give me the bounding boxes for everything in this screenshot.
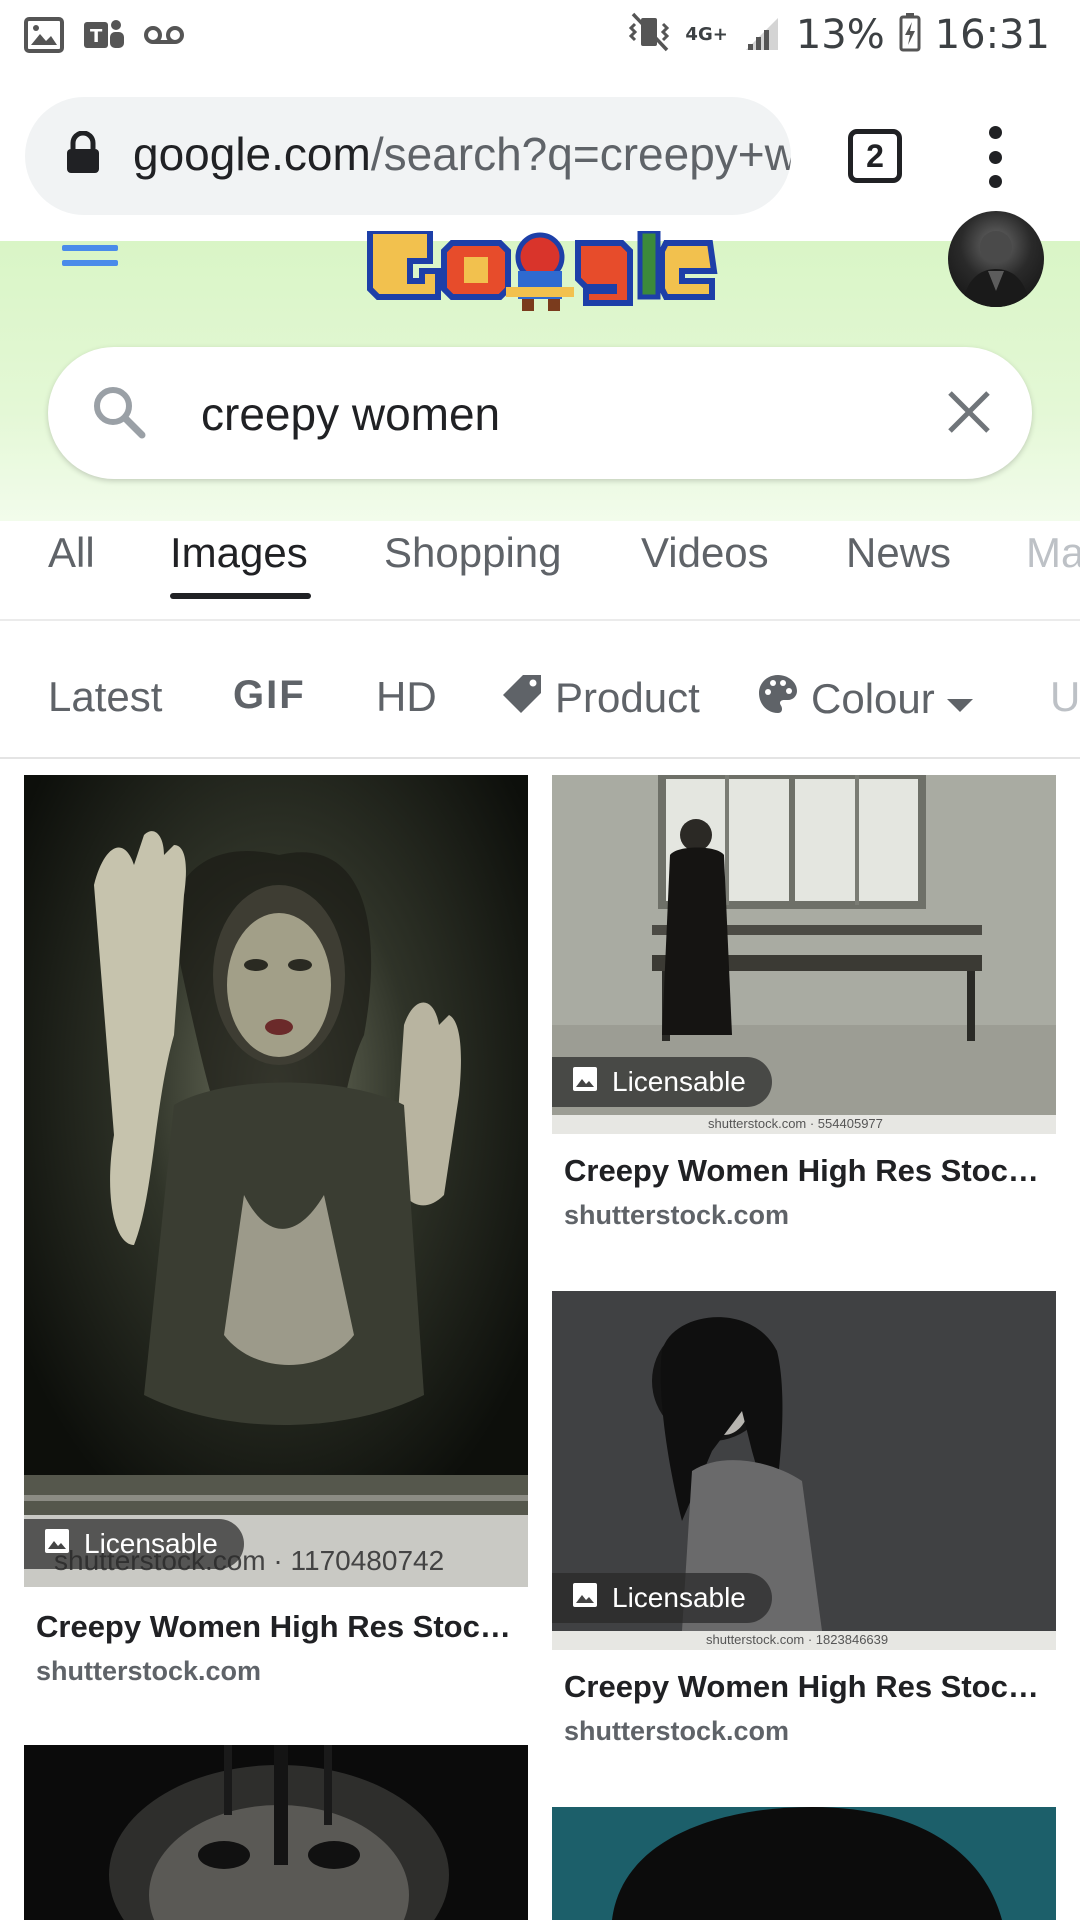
url-path: /search?q=creepy+women xyxy=(370,128,791,180)
hamburger-menu-icon[interactable] xyxy=(62,245,118,275)
chip-more-label: U xyxy=(1050,673,1080,720)
gallery-notification-icon xyxy=(24,17,64,58)
result-thumbnail[interactable] xyxy=(24,1745,528,1920)
browser-toolbar: google.com/search?q=creepy+women 2 xyxy=(0,76,1080,241)
palette-icon xyxy=(757,673,799,725)
google-doodle-logo[interactable] xyxy=(360,228,720,318)
teams-notification-icon: T xyxy=(82,16,126,59)
menu-dot xyxy=(988,175,1002,188)
chip-latest-label: Latest xyxy=(48,673,163,720)
tab-switcher-button[interactable]: 2 xyxy=(848,129,902,183)
licensable-badge: Licensable xyxy=(552,1573,772,1623)
status-bar: T 4G+ 13% 16:31 xyxy=(0,0,1080,76)
result-thumbnail[interactable] xyxy=(552,1807,1056,1920)
search-box[interactable]: creepy women xyxy=(48,347,1032,479)
chip-gif-label: GIF xyxy=(233,673,306,717)
search-input[interactable]: creepy women xyxy=(201,387,500,441)
licensable-label: Licensable xyxy=(612,1066,746,1097)
image-result[interactable]: shutterstock.com · 554405977 Licensable … xyxy=(552,775,1056,1245)
tag-icon xyxy=(503,673,543,723)
signal-icon xyxy=(742,12,782,57)
tab-news[interactable]: News xyxy=(846,529,951,577)
network-type: 4G+ xyxy=(685,23,728,45)
result-thumbnail[interactable]: shutterstock.com · 1170480742 Licensable xyxy=(24,775,528,1587)
result-title[interactable]: Creepy Women High Res Stoc… xyxy=(564,1669,1050,1705)
system-status: 4G+ 13% 16:31 xyxy=(627,10,1050,59)
result-source[interactable]: shutterstock.com xyxy=(36,1656,261,1687)
filter-chips: Latest GIF HD Product Colour U xyxy=(0,621,1080,759)
licensable-badge: Licensable xyxy=(552,1057,772,1107)
search-icon[interactable] xyxy=(90,383,148,446)
dropdown-caret-icon xyxy=(946,675,973,723)
licensable-label: Licensable xyxy=(84,1528,218,1559)
chip-hd[interactable]: HD xyxy=(376,673,437,721)
lock-icon xyxy=(65,130,101,180)
clear-search-icon[interactable] xyxy=(944,387,994,442)
chip-more[interactable]: U xyxy=(1050,673,1080,721)
image-watermark: shutterstock.com · 1823846639 xyxy=(706,1632,889,1647)
image-badge-icon xyxy=(44,1528,70,1561)
result-thumbnail[interactable]: shutterstock.com · 1823846639 Licensable xyxy=(552,1291,1056,1650)
tab-more[interactable]: Ma xyxy=(1026,529,1080,577)
chip-hd-label: HD xyxy=(376,673,437,720)
battery-percent: 13% xyxy=(795,11,885,58)
result-thumbnail[interactable]: shutterstock.com · 554405977 Licensable xyxy=(552,775,1056,1134)
image-result[interactable] xyxy=(552,1807,1056,1920)
chip-colour[interactable]: Colour xyxy=(757,673,973,725)
address-bar[interactable]: google.com/search?q=creepy+women xyxy=(25,97,791,215)
voicemail-icon xyxy=(144,23,184,52)
notification-icons: T xyxy=(24,16,184,59)
image-watermark: shutterstock.com · 554405977 xyxy=(708,1116,883,1131)
image-result[interactable]: shutterstock.com · 1823846639 Licensable… xyxy=(552,1291,1056,1761)
menu-dot xyxy=(988,150,1002,164)
active-tab-indicator xyxy=(170,593,311,599)
result-source[interactable]: shutterstock.com xyxy=(564,1200,789,1231)
licensable-label: Licensable xyxy=(612,1582,746,1613)
chip-product-label: Product xyxy=(555,674,700,721)
tab-all[interactable]: All xyxy=(48,529,95,577)
chip-latest[interactable]: Latest xyxy=(48,673,162,721)
chip-colour-label: Colour xyxy=(811,675,935,722)
vibrate-mute-icon xyxy=(627,10,671,59)
search-tabs: All Images Shopping Videos News Ma xyxy=(0,521,1080,621)
url-domain: google.com xyxy=(133,128,371,180)
image-badge-icon xyxy=(572,1066,598,1099)
chip-product[interactable]: Product xyxy=(503,673,700,723)
chip-gif[interactable]: GIF xyxy=(233,673,306,718)
image-badge-icon xyxy=(572,1582,598,1615)
tab-videos[interactable]: Videos xyxy=(641,529,769,577)
tab-shopping[interactable]: Shopping xyxy=(384,529,562,577)
result-title[interactable]: Creepy Women High Res Stoc… xyxy=(36,1609,522,1645)
tab-images[interactable]: Images xyxy=(170,529,308,577)
result-title[interactable]: Creepy Women High Res Stoc… xyxy=(564,1153,1050,1189)
menu-dot xyxy=(988,126,1002,139)
result-source[interactable]: shutterstock.com xyxy=(564,1716,789,1747)
overflow-menu-button[interactable] xyxy=(975,126,1015,188)
image-result[interactable] xyxy=(24,1745,528,1920)
account-avatar[interactable] xyxy=(948,211,1044,307)
battery-charging-icon xyxy=(899,12,921,57)
clock: 16:31 xyxy=(934,11,1050,58)
image-result[interactable]: shutterstock.com · 1170480742 Licensable… xyxy=(24,775,528,1695)
svg-text:T: T xyxy=(90,26,103,47)
licensable-badge: Licensable xyxy=(24,1519,244,1569)
url-text: google.com/search?q=creepy+women xyxy=(133,127,791,181)
